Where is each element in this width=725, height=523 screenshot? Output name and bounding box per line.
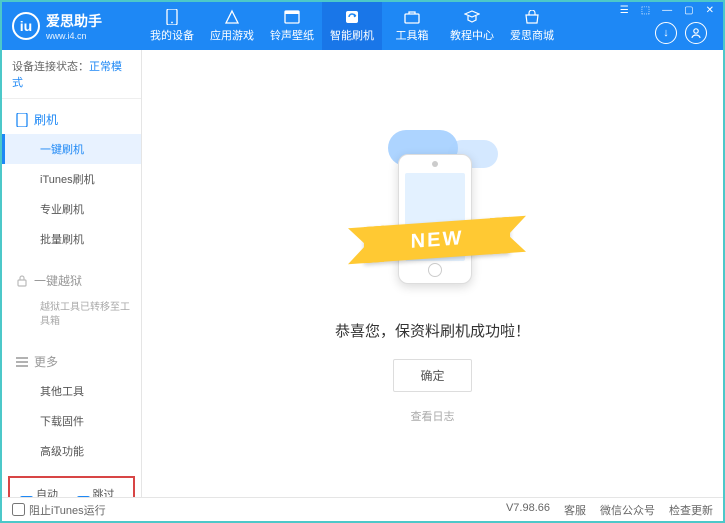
window-controls: ☰ ⬚ — ▢ ✕ [617, 4, 717, 17]
sidebar-item-batch[interactable]: 批量刷机 [2, 224, 141, 254]
flash-section: 刷机 一键刷机 iTunes刷机 专业刷机 批量刷机 [2, 99, 141, 260]
flash-title[interactable]: 刷机 [2, 105, 141, 134]
version-label: V7.98.66 [506, 502, 550, 518]
new-ribbon: NEW [364, 216, 510, 262]
phone-icon [16, 113, 28, 127]
jailbreak-note: 越狱工具已转移至工具箱 [2, 295, 141, 335]
phone-shape [398, 154, 472, 284]
nav-ringtones[interactable]: 铃声壁纸 [262, 2, 322, 50]
maximize-icon[interactable]: ▢ [681, 4, 696, 17]
success-message: 恭喜您，保资料刷机成功啦！ [335, 320, 530, 341]
connection-status: 设备连接状态：正常模式 [2, 50, 141, 99]
confirm-button[interactable]: 确定 [393, 359, 471, 392]
apps-icon [223, 9, 241, 25]
close-icon[interactable]: ✕ [703, 4, 717, 17]
nav-my-device[interactable]: 我的设备 [142, 2, 202, 50]
footer-right: V7.98.66 客服 微信公众号 检查更新 [506, 502, 713, 518]
lock-icon [16, 275, 28, 287]
content-area: NEW 恭喜您，保资料刷机成功啦！ 确定 查看日志 [142, 50, 723, 497]
sidebar-item-download[interactable]: 下载固件 [2, 406, 141, 436]
tutorial-icon [463, 9, 481, 25]
nav-tutorials[interactable]: 教程中心 [442, 2, 502, 50]
menu-icon[interactable]: ☰ [617, 4, 632, 17]
sidebar-item-pro[interactable]: 专业刷机 [2, 194, 141, 224]
jailbreak-section: 一键越狱 越狱工具已转移至工具箱 [2, 260, 141, 341]
option-checks: 自动激活 跳过向导 [8, 476, 135, 497]
minimize-icon[interactable]: — [659, 4, 675, 17]
store-icon [523, 9, 541, 25]
app-site: www.i4.cn [46, 31, 102, 41]
header-right: ↓ [655, 22, 707, 44]
main-area: 设备连接状态：正常模式 刷机 一键刷机 iTunes刷机 专业刷机 批量刷机 一… [2, 50, 723, 497]
footer: 阻止iTunes运行 V7.98.66 客服 微信公众号 检查更新 [2, 497, 723, 521]
auto-activate-check[interactable]: 自动激活 [20, 486, 67, 497]
app-name: 爱思助手 [46, 11, 102, 31]
device-icon [163, 9, 181, 25]
nav-smart-flash[interactable]: 智能刷机 [322, 2, 382, 50]
update-link[interactable]: 检查更新 [669, 502, 713, 518]
sidebar-item-advanced[interactable]: 高级功能 [2, 436, 141, 466]
sidebar-item-itunes[interactable]: iTunes刷机 [2, 164, 141, 194]
service-link[interactable]: 客服 [564, 502, 586, 518]
media-icon [283, 9, 301, 25]
wechat-link[interactable]: 微信公众号 [600, 502, 655, 518]
toolbox-icon [403, 9, 421, 25]
logo-area: iu 爱思助手 www.i4.cn [12, 11, 142, 41]
view-log-link[interactable]: 查看日志 [411, 408, 455, 424]
lock-icon[interactable]: ⬚ [638, 4, 653, 17]
app-header: iu 爱思助手 www.i4.cn 我的设备 应用游戏 铃声壁纸 智能刷机 工具… [2, 2, 723, 50]
nav-apps[interactable]: 应用游戏 [202, 2, 262, 50]
flash-icon [343, 9, 361, 25]
success-illustration: NEW [348, 124, 518, 304]
skip-guide-check[interactable]: 跳过向导 [77, 486, 124, 497]
nav-toolbox[interactable]: 工具箱 [382, 2, 442, 50]
jailbreak-title: 一键越狱 [2, 266, 141, 295]
block-itunes-check[interactable]: 阻止iTunes运行 [12, 502, 106, 518]
download-button[interactable]: ↓ [655, 22, 677, 44]
sidebar: 设备连接状态：正常模式 刷机 一键刷机 iTunes刷机 专业刷机 批量刷机 一… [2, 50, 142, 497]
nav-store[interactable]: 爱思商城 [502, 2, 562, 50]
main-nav: 我的设备 应用游戏 铃声壁纸 智能刷机 工具箱 教程中心 爱思商城 [142, 2, 655, 50]
more-title[interactable]: 更多 [2, 347, 141, 376]
user-button[interactable] [685, 22, 707, 44]
logo-icon: iu [12, 12, 40, 40]
sidebar-item-oneclick[interactable]: 一键刷机 [2, 134, 141, 164]
more-section: 更多 其他工具 下载固件 高级功能 [2, 341, 141, 472]
list-icon [16, 357, 28, 367]
sidebar-item-other[interactable]: 其他工具 [2, 376, 141, 406]
